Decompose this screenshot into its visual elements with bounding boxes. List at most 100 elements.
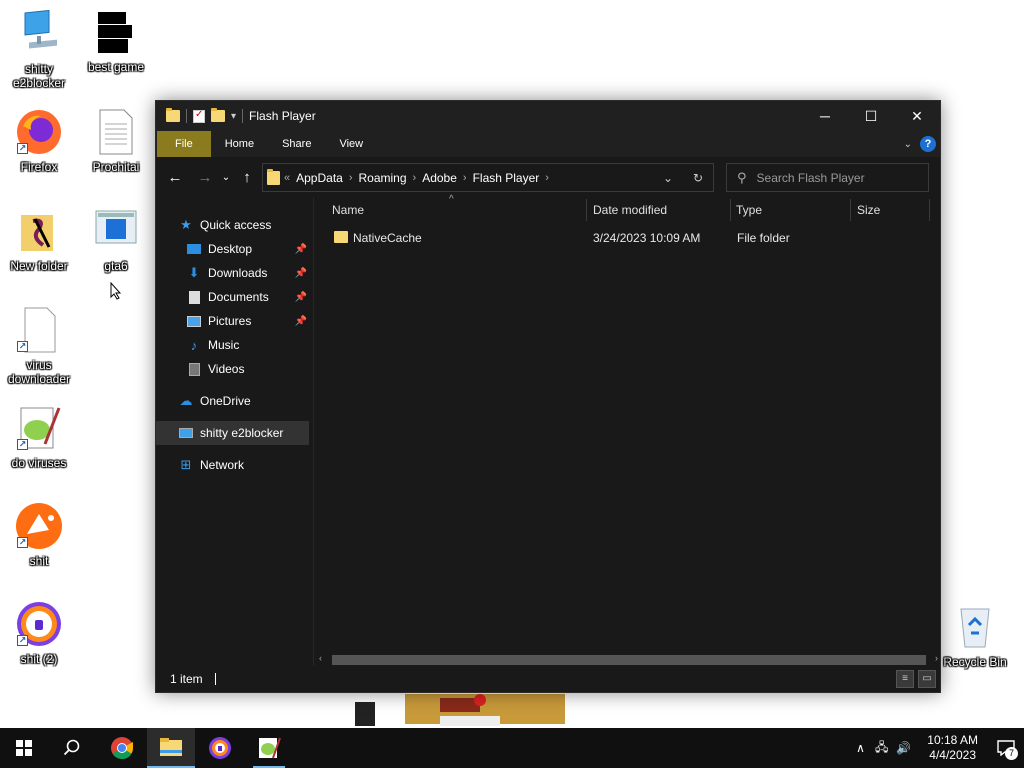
gta-logo-icon: [92, 8, 140, 56]
details-view-button[interactable]: ≡: [896, 670, 914, 688]
desktop-icon-label: gta6: [104, 259, 128, 273]
recent-locations-button[interactable]: ⌄: [218, 172, 234, 183]
show-hidden-icons-icon[interactable]: ∧: [856, 741, 865, 755]
breadcrumb-flash-player[interactable]: Flash Player: [473, 171, 540, 185]
desktop-icon-recycle-bin[interactable]: Recycle Bin: [935, 603, 1015, 669]
column-date-modified[interactable]: Date modified: [593, 203, 667, 217]
breadcrumb-roaming[interactable]: Roaming: [359, 171, 407, 185]
sort-ascending-icon: ^: [449, 194, 454, 205]
breadcrumb-appdata[interactable]: AppData: [296, 171, 343, 185]
file-row[interactable]: NativeCache 3/24/2023 10:09 AM File fold…: [324, 227, 924, 251]
properties-icon[interactable]: [193, 109, 205, 123]
desktop-icon-shitty-e2blocker[interactable]: shitty e2blocker: [0, 9, 79, 90]
secure-browser-icon: ↗: [15, 600, 63, 648]
divider: [214, 673, 216, 685]
computer-icon: [15, 9, 63, 58]
desktop-icon-label: New folder: [10, 259, 68, 273]
back-button[interactable]: ←: [162, 169, 188, 186]
nav-videos[interactable]: Videos: [156, 357, 313, 381]
windows-logo-icon: [16, 740, 32, 756]
nav-music[interactable]: ♪ Music: [156, 333, 313, 357]
nav-documents[interactable]: Documents 📌: [156, 285, 313, 309]
tab-share[interactable]: Share: [268, 131, 325, 157]
action-center-button[interactable]: 7: [988, 728, 1024, 768]
nav-desktop[interactable]: Desktop 📌: [156, 237, 313, 261]
desktop-icon-label: best game: [87, 60, 145, 74]
nav-downloads[interactable]: ⬇ Downloads 📌: [156, 261, 313, 285]
search-icon: [63, 739, 80, 756]
desktop-icon-new-folder[interactable]: New folder: [0, 207, 79, 273]
taskbar-file-explorer[interactable]: [147, 728, 195, 768]
help-icon[interactable]: ?: [920, 136, 936, 152]
search-box[interactable]: ⚲: [726, 163, 929, 192]
tab-file[interactable]: File: [157, 131, 211, 157]
search-input[interactable]: [754, 169, 915, 186]
title-bar[interactable]: ▾ Flash Player ─ ☐ ✕: [156, 101, 940, 131]
desktop-icon-do-viruses[interactable]: ↗ do viruses: [0, 404, 79, 470]
refresh-icon[interactable]: ↻: [683, 171, 713, 185]
close-button[interactable]: ✕: [894, 101, 940, 131]
scroll-right-icon[interactable]: ›: [935, 653, 938, 663]
search-button[interactable]: [48, 728, 96, 768]
desktop-icon-shit[interactable]: ↗ shit: [0, 502, 79, 568]
scroll-left-icon[interactable]: ‹: [319, 653, 322, 663]
column-header: ^ Name Date modified Type Size: [314, 194, 940, 223]
expand-ribbon-icon[interactable]: ⌄: [904, 139, 912, 150]
taskbar-secure-browser[interactable]: [196, 728, 244, 768]
chevron-right-icon[interactable]: ›: [349, 172, 353, 184]
file-list[interactable]: ^ Name Date modified Type Size NativeCac…: [314, 194, 940, 668]
nav-onedrive[interactable]: ☁ OneDrive: [156, 389, 313, 413]
customize-toolbar-icon[interactable]: ▾: [231, 111, 236, 122]
pin-icon[interactable]: 📌: [295, 244, 307, 255]
up-button[interactable]: ↑: [234, 169, 260, 186]
file-explorer-window[interactable]: ▾ Flash Player ─ ☐ ✕ File Home Share Vie…: [155, 100, 941, 693]
shortcut-arrow-icon: ↗: [17, 341, 28, 352]
tab-home[interactable]: Home: [211, 131, 268, 157]
clock[interactable]: 10:18 AM 4/4/2023: [927, 733, 978, 763]
clock-time: 10:18 AM: [927, 733, 978, 747]
pin-icon[interactable]: 📌: [295, 316, 307, 327]
maximize-button[interactable]: ☐: [848, 101, 894, 131]
network-status-icon[interactable]: 🖧: [875, 738, 888, 759]
clock-date: 4/4/2023: [929, 748, 976, 762]
music-icon: ♪: [190, 337, 198, 353]
firefox-icon: ↗: [15, 108, 63, 156]
start-button[interactable]: [0, 728, 48, 768]
shortcut-arrow-icon: ↗: [17, 439, 28, 450]
chevron-right-icon[interactable]: ›: [463, 172, 467, 184]
desktop-icon-firefox[interactable]: ↗ Firefox: [0, 108, 79, 174]
nav-quick-access[interactable]: ★ Quick access: [156, 213, 313, 237]
column-size[interactable]: Size: [857, 203, 880, 217]
large-icons-view-button[interactable]: ▭: [918, 670, 936, 688]
minimize-button[interactable]: ─: [802, 101, 848, 131]
scrollbar-thumb[interactable]: [332, 655, 926, 665]
chevron-right-icon[interactable]: ›: [413, 172, 417, 184]
address-bar[interactable]: « AppData › Roaming › Adobe › Flash Play…: [262, 163, 714, 192]
taskbar-notepad-plus[interactable]: [245, 728, 293, 768]
navigation-pane[interactable]: ★ Quick access Desktop 📌 ⬇ Downloads 📌 D…: [156, 197, 314, 668]
desktop-icon-shit-2[interactable]: ↗ shit (2): [0, 600, 79, 666]
desktop-icon-best-game[interactable]: best game: [76, 8, 156, 74]
breadcrumb-overflow[interactable]: «: [284, 172, 290, 184]
column-type[interactable]: Type: [736, 203, 762, 217]
breadcrumb-adobe[interactable]: Adobe: [422, 171, 457, 185]
pin-icon[interactable]: 📌: [295, 292, 307, 303]
text-document-icon: [92, 108, 140, 156]
pin-icon[interactable]: 📌: [295, 268, 307, 279]
taskbar-chrome[interactable]: [98, 728, 146, 768]
new-folder-icon[interactable]: [211, 108, 225, 122]
nav-pictures[interactable]: Pictures 📌: [156, 309, 313, 333]
nav-this-pc[interactable]: shitty e2blocker: [156, 421, 309, 445]
address-history-icon[interactable]: ⌄: [653, 171, 683, 185]
download-icon: ⬇: [188, 265, 200, 280]
desktop-icon-gta6[interactable]: gta6: [76, 207, 156, 273]
tab-view[interactable]: View: [325, 131, 377, 157]
desktop-icon-virus-downloader[interactable]: ↗ virus downloader: [0, 306, 79, 386]
column-name[interactable]: Name: [332, 203, 364, 217]
forward-button[interactable]: →: [192, 169, 218, 186]
notification-count: 7: [1005, 747, 1018, 760]
nav-network[interactable]: ⊞ Network: [156, 453, 313, 477]
volume-icon[interactable]: 🔊: [896, 741, 911, 755]
chevron-right-icon[interactable]: ›: [545, 172, 549, 184]
desktop-icon-prochitai[interactable]: Prochitai: [76, 108, 156, 174]
